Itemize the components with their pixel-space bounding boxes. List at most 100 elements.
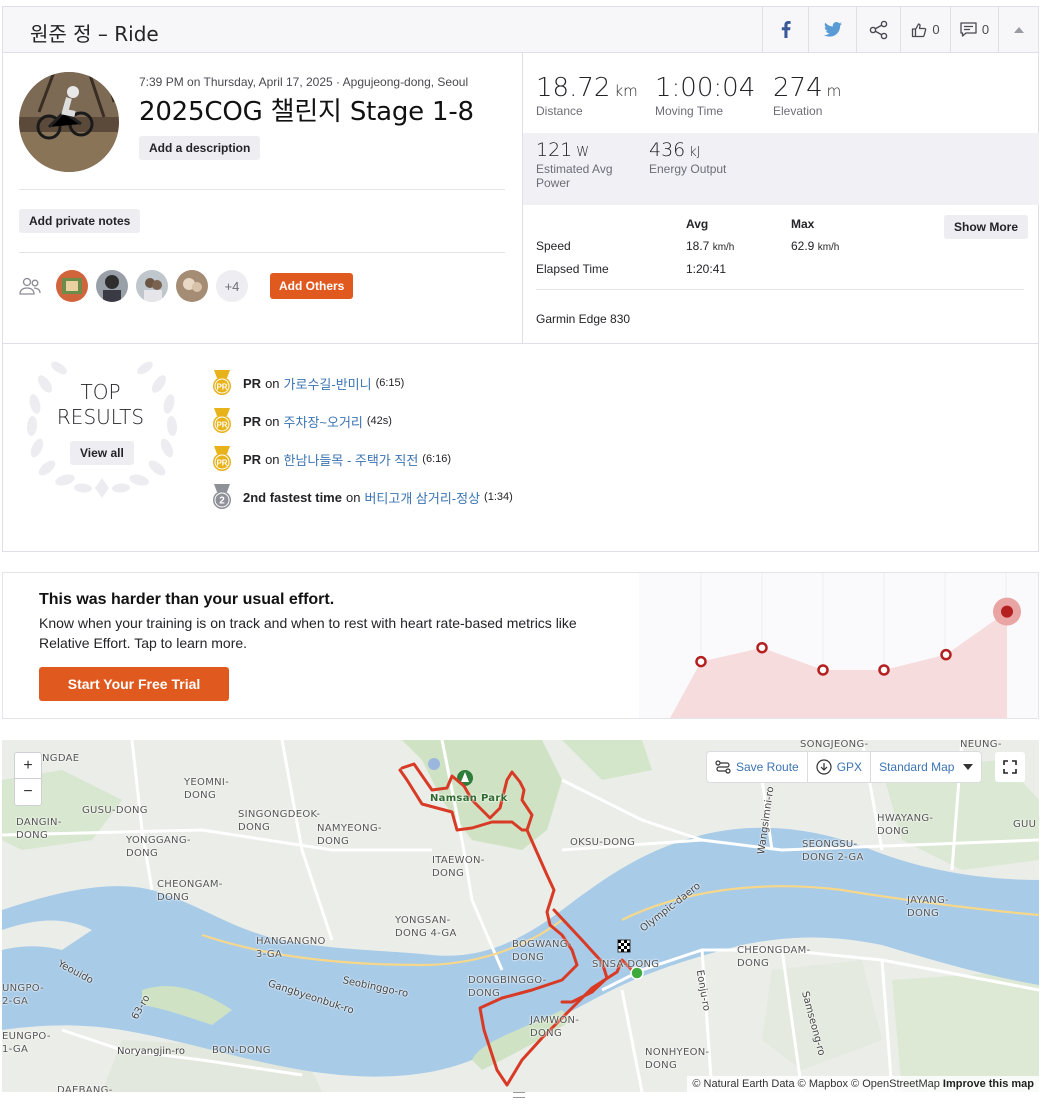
twitter-share-button[interactable]	[808, 7, 856, 52]
svg-text:PR: PR	[216, 421, 227, 430]
fullscreen-button[interactable]	[995, 752, 1025, 782]
svg-text:PR: PR	[216, 383, 227, 392]
map-label: JAMWON- DONG	[530, 1015, 580, 1039]
group-athlete-avatar[interactable]	[136, 270, 168, 302]
effort-point-current	[1001, 605, 1013, 618]
result-time: (1:34)	[484, 491, 513, 503]
map-label: DONGBINGGO- DONG	[468, 975, 547, 999]
segment-link[interactable]: 주차장~오거리	[284, 412, 363, 431]
promo-body: Know when your training is on track and …	[39, 615, 577, 651]
relative-effort-promo: This was harder than your usual effort. …	[2, 572, 1039, 719]
energy-label: Energy Output	[649, 162, 727, 176]
stat-energy: 436 kJ Energy Output	[649, 139, 726, 176]
pr-medal-icon: PR	[213, 370, 231, 395]
moving-time-label: Moving Time	[655, 104, 724, 118]
download-icon	[816, 759, 832, 775]
add-others-button[interactable]: Add Others	[270, 273, 354, 299]
finish-flag-icon	[617, 939, 631, 953]
energy-value: 436	[649, 139, 686, 161]
add-description-button[interactable]: Add a description	[139, 136, 261, 160]
add-private-notes-button[interactable]: Add private notes	[19, 209, 141, 233]
map-style-select[interactable]: Standard Map	[871, 752, 981, 782]
comments-count: 0	[981, 22, 990, 37]
stat-moving-time: 1:00:04 Moving Time	[655, 73, 755, 118]
map-resize-handle[interactable]	[513, 1092, 525, 1098]
top-results-title: TOP RESULTS	[56, 380, 145, 429]
activity-stats: 18.72 km Distance 1:00:04 Moving Time 274…	[522, 53, 1039, 343]
zoom-out-button[interactable]: −	[15, 779, 41, 805]
result-on: on	[265, 375, 280, 391]
segment-link[interactable]: 한남나들목 - 주택가 직전	[284, 450, 419, 469]
result-type: PR	[243, 413, 262, 429]
view-all-button[interactable]: View all	[70, 441, 134, 465]
group-athlete-avatar[interactable]	[56, 270, 88, 302]
result-type: PR	[243, 375, 262, 391]
expand-icon	[1003, 760, 1017, 774]
comments-button[interactable]: 0	[950, 7, 998, 52]
power-label: Power	[536, 176, 571, 190]
route-map[interactable]: NGDAE YEOMNI- DONG SINGONGDEOK- DONG GUS…	[2, 740, 1039, 1092]
map-label: UNGPO- 2-GA	[2, 983, 45, 1007]
start-free-trial-button[interactable]: Start Your Free Trial	[39, 667, 229, 701]
map-label: NEUNG-	[960, 740, 1002, 750]
speed-label: Speed	[536, 239, 571, 253]
elevation-value: 274	[773, 73, 823, 103]
thumbs-up-icon	[912, 22, 927, 37]
effort-point	[695, 655, 707, 668]
device-name: Garmin Edge 830	[536, 312, 631, 326]
map-label: ITAEWON- DONG	[432, 855, 485, 879]
save-route-button[interactable]: Save Route	[707, 752, 808, 782]
segment-link[interactable]: 버티고개 삼거리-정상	[364, 488, 480, 507]
map-label: NONHYEON- DONG	[645, 1047, 710, 1071]
collapse-button[interactable]	[998, 7, 1038, 52]
map-label: YONGGANG- DONG	[126, 835, 191, 859]
kudos-button[interactable]: 0	[900, 7, 950, 52]
group-athlete-avatar[interactable]	[176, 270, 208, 302]
activity-summary: 7:39 PM on Thursday, April 17, 2025 · Ap…	[3, 53, 522, 343]
map-label: SINGONGDEOK- DONG	[238, 809, 321, 833]
map-label: NAMYEONG- DONG	[317, 823, 382, 847]
svg-text:2: 2	[219, 496, 225, 507]
effort-chart	[639, 573, 1038, 718]
effort-point	[817, 664, 829, 676]
group-athlete-avatar[interactable]	[96, 270, 128, 302]
effort-point	[756, 641, 768, 654]
group-icon	[19, 277, 41, 295]
map-label: CHEONGDAM- DONG	[737, 945, 811, 969]
top-result-item: PR PR on 주차장~오거리 (42s)	[211, 408, 392, 434]
divider	[19, 189, 505, 190]
stat-elevation: 274 m Elevation	[773, 73, 841, 118]
effort-point	[878, 664, 890, 676]
zoom-in-button[interactable]: +	[15, 753, 41, 779]
share-button[interactable]	[856, 7, 900, 52]
map-label: GUU	[1013, 819, 1037, 830]
top-result-item: 2 2nd fastest time on 버티고개 삼거리-정상 (1:34)	[211, 484, 513, 510]
share-icon	[869, 20, 887, 39]
road-label: Noryangjin-ro	[117, 1046, 185, 1057]
stat-power: 121 W Estimated Avg Power	[536, 139, 613, 190]
activity-header: 원준 정 – Ride 0 0	[3, 7, 1038, 53]
effort-area	[670, 611, 1007, 718]
moving-time-value: 1:00:04	[655, 73, 756, 103]
gpx-download-button[interactable]: GPX	[808, 752, 872, 782]
distance-unit: km	[614, 82, 638, 100]
header-actions: 0 0	[762, 7, 1038, 52]
elevation-unit: m	[826, 82, 842, 100]
map-label: GUSU-DONG	[82, 805, 148, 816]
elevation-label: Elevation	[773, 104, 823, 118]
segment-link[interactable]: 가로수길-반미니	[284, 374, 372, 393]
facebook-share-button[interactable]	[762, 7, 808, 52]
pr-medal-icon: PR	[213, 408, 231, 433]
athlete-avatar[interactable]	[19, 72, 119, 172]
more-athletes-count[interactable]: +4	[216, 270, 248, 302]
pr-medal-icon: PR	[213, 446, 231, 471]
result-on: on	[345, 489, 361, 505]
show-more-button[interactable]: Show More	[944, 215, 1029, 239]
divider	[19, 252, 505, 253]
divider	[536, 289, 1024, 290]
map-label: BOGWANG- DONG	[512, 939, 572, 963]
distance-label: Distance	[536, 104, 583, 118]
map-label: OKSU-DONG	[570, 837, 636, 848]
map-label: HWAYANG- DONG	[877, 813, 934, 837]
power-unit: W	[576, 145, 590, 160]
